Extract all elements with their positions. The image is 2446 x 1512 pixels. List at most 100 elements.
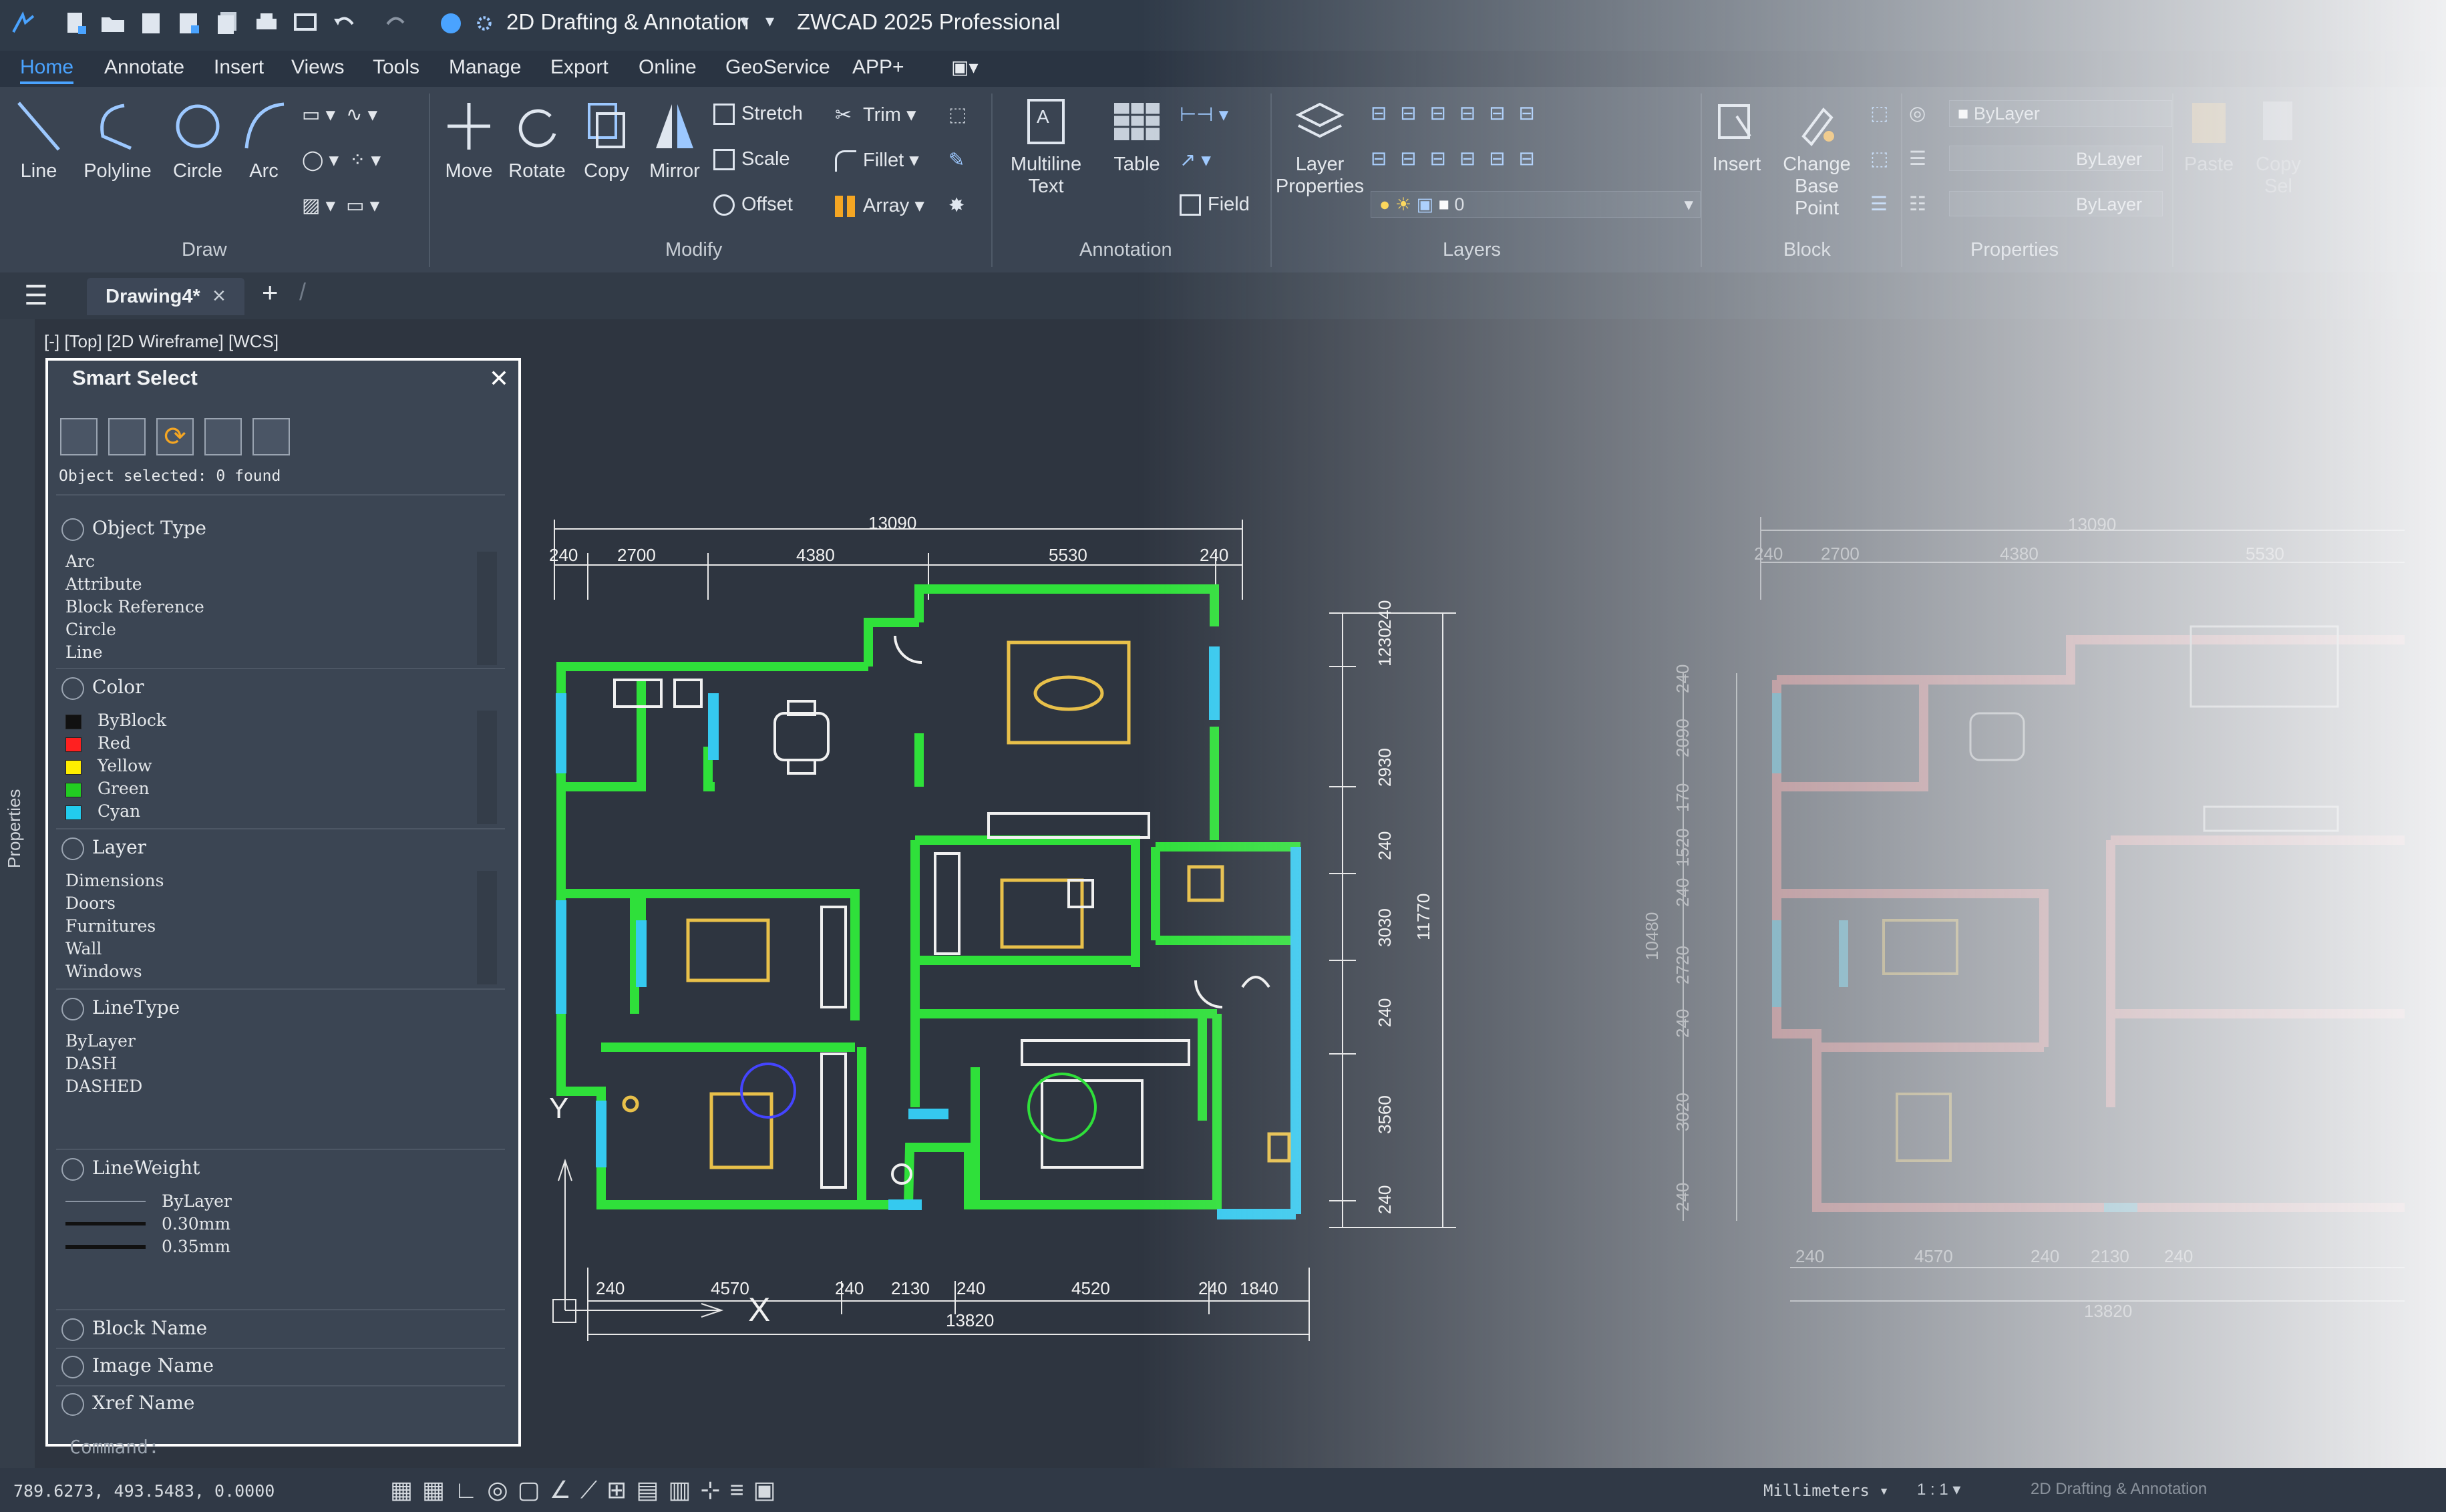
erase-icon[interactable]: ✎ xyxy=(948,148,965,172)
section-object-type[interactable]: Object Type xyxy=(61,517,206,541)
list-item[interactable]: Furnitures xyxy=(65,916,156,936)
lineweight-dropdown[interactable]: ByLayer xyxy=(1949,191,2163,216)
collapse-toggle-icon[interactable] xyxy=(61,677,84,700)
list-item[interactable]: 0.35mm xyxy=(162,1237,230,1256)
list-item[interactable]: Arc xyxy=(65,552,95,571)
hatch-tool[interactable]: ▨ ▾ ▭ ▾ xyxy=(302,194,379,217)
trim-button[interactable]: ✂ Trim ▾ xyxy=(835,103,916,126)
offset-button[interactable]: Offset xyxy=(713,194,793,216)
scrollbar[interactable] xyxy=(477,711,497,824)
field-button[interactable]: Field xyxy=(1180,194,1250,216)
tab-annotate[interactable]: Annotate xyxy=(104,56,184,79)
annotation-scale[interactable]: 1 : 1 ▾ xyxy=(1917,1480,1960,1499)
refresh-icon[interactable]: ⟳ xyxy=(156,418,194,455)
change-base-point-button[interactable]: Change Base Point xyxy=(1770,96,1864,220)
panel-block[interactable]: Block xyxy=(1783,239,1831,261)
section-block-name[interactable]: Block Name xyxy=(61,1317,207,1341)
match-properties-icon[interactable]: ◎ xyxy=(1909,102,1926,125)
explode-icon[interactable]: ✸ xyxy=(948,194,965,217)
tab-views[interactable]: Views xyxy=(291,56,344,79)
section-layer[interactable]: Layer xyxy=(61,836,146,860)
copy-button[interactable]: Copy xyxy=(576,96,637,182)
tab-manage[interactable]: Manage xyxy=(449,56,521,79)
drafting-toggles[interactable]: ▦▦∟◎▢∠⟋⊞▤▥⊹≡▣ xyxy=(390,1476,785,1505)
collapse-toggle-icon[interactable] xyxy=(61,1318,84,1341)
list-item[interactable]: Dimensions xyxy=(65,871,164,890)
new-tab-icon[interactable]: + xyxy=(262,276,279,309)
layer-dropdown[interactable]: ● ☀ ▣ ■ 0 ▾ xyxy=(1371,191,1701,218)
color-item-red[interactable]: Red xyxy=(65,733,131,753)
tab-geoservice[interactable]: GeoService xyxy=(725,56,830,79)
panel-modify[interactable]: Modify xyxy=(665,239,722,261)
chevron-down-icon[interactable]: ▾ xyxy=(740,11,749,31)
move-button[interactable]: Move xyxy=(438,96,500,182)
save-all-icon[interactable] xyxy=(214,9,242,37)
break-icon[interactable]: ⬚ xyxy=(948,103,967,126)
open-folder-icon[interactable] xyxy=(99,9,127,37)
hamburger-menu-icon[interactable]: ☰ xyxy=(24,280,48,311)
list-item[interactable]: Windows xyxy=(65,962,142,981)
layer-tools-row1[interactable]: ⊟⊟⊟⊟⊟⊟ xyxy=(1371,102,1548,125)
scrollbar[interactable] xyxy=(477,552,497,665)
scale-button[interactable]: Scale xyxy=(713,148,790,171)
tab-tools[interactable]: Tools xyxy=(373,56,419,79)
list-item[interactable]: DASH xyxy=(65,1054,117,1073)
ribbon-toggle-icon[interactable]: ▣▾ xyxy=(951,56,979,78)
select-filter-icon[interactable] xyxy=(108,418,146,455)
rotate-button[interactable]: Rotate xyxy=(502,96,572,182)
ellipse-tool[interactable]: ◯ ▾ ⁘ ▾ xyxy=(302,148,381,172)
collapse-toggle-icon[interactable] xyxy=(61,518,84,541)
color-item-green[interactable]: Green xyxy=(65,779,150,798)
block-tool-2-icon[interactable]: ⬚ xyxy=(1870,147,1888,170)
layer-tools-row2[interactable]: ⊟⊟⊟⊟⊟⊟ xyxy=(1371,147,1548,170)
properties-side-tab[interactable] xyxy=(0,319,35,1468)
section-xref-name[interactable]: Xref Name xyxy=(61,1392,194,1416)
properties-tab-label[interactable]: Properties xyxy=(4,789,25,869)
save-as-icon[interactable] xyxy=(175,9,203,37)
collapse-toggle-icon[interactable] xyxy=(61,1392,84,1416)
command-line[interactable]: Command: xyxy=(69,1436,160,1458)
leader-icon[interactable]: ↗ ▾ xyxy=(1180,148,1211,172)
close-icon[interactable]: ✕ xyxy=(489,365,509,393)
section-linetype[interactable]: LineType xyxy=(61,996,180,1020)
section-color[interactable]: Color xyxy=(61,676,144,700)
table-button[interactable]: Table xyxy=(1103,96,1170,176)
polyline-button[interactable]: Polyline xyxy=(77,96,158,182)
print-icon[interactable] xyxy=(252,9,281,37)
list-item[interactable]: Wall xyxy=(65,939,102,958)
scrollbar[interactable] xyxy=(477,871,497,984)
customize-toolbar-icon[interactable]: ▾ xyxy=(765,11,774,31)
new-file-icon[interactable] xyxy=(61,9,90,37)
redo-icon[interactable] xyxy=(382,9,410,37)
close-tab-icon[interactable]: × xyxy=(212,283,226,309)
block-tool-3-icon[interactable]: ☰ xyxy=(1870,192,1888,216)
array-button[interactable]: Array ▾ xyxy=(835,194,924,218)
collapse-toggle-icon[interactable] xyxy=(61,1157,84,1181)
fillet-button[interactable]: Fillet ▾ xyxy=(835,148,919,172)
paste-button[interactable]: Paste xyxy=(2179,96,2239,176)
panel-draw[interactable]: Draw xyxy=(182,239,227,261)
multiline-text-button[interactable]: A Multiline Text xyxy=(999,96,1093,198)
tab-app-plus[interactable]: APP+ xyxy=(852,56,904,79)
viewport-label[interactable]: [-] [Top] [2D Wireframe] [WCS] xyxy=(44,331,279,352)
dimension-icon[interactable]: ⊢⊣ ▾ xyxy=(1180,103,1228,126)
tab-online[interactable]: Online xyxy=(639,56,697,79)
list-item[interactable]: ByLayer xyxy=(162,1191,232,1211)
circle-button[interactable]: Circle xyxy=(164,96,231,182)
undo-icon[interactable] xyxy=(330,9,358,37)
panel-layers[interactable]: Layers xyxy=(1443,239,1501,261)
color-item-cyan[interactable]: Cyan xyxy=(65,801,140,821)
list-item[interactable]: DASHED xyxy=(65,1077,142,1096)
list-item[interactable]: Line xyxy=(65,642,103,662)
settings-window-icon[interactable] xyxy=(252,418,290,455)
color-item-yellow[interactable]: Yellow xyxy=(65,756,152,775)
mirror-button[interactable]: Mirror xyxy=(641,96,708,182)
list-item[interactable]: Block Reference xyxy=(65,597,204,616)
copy-clipboard-button[interactable]: Copy Sel xyxy=(2242,96,2315,198)
plot-preview-icon[interactable] xyxy=(291,9,319,37)
list-item[interactable]: Attribute xyxy=(65,574,142,594)
collapse-toggle-icon[interactable] xyxy=(61,997,84,1020)
linetype-dropdown[interactable]: ByLayer xyxy=(1949,146,2163,171)
color-item-byblock[interactable]: ByBlock xyxy=(65,711,166,730)
arc-button[interactable]: Arc xyxy=(235,96,293,182)
